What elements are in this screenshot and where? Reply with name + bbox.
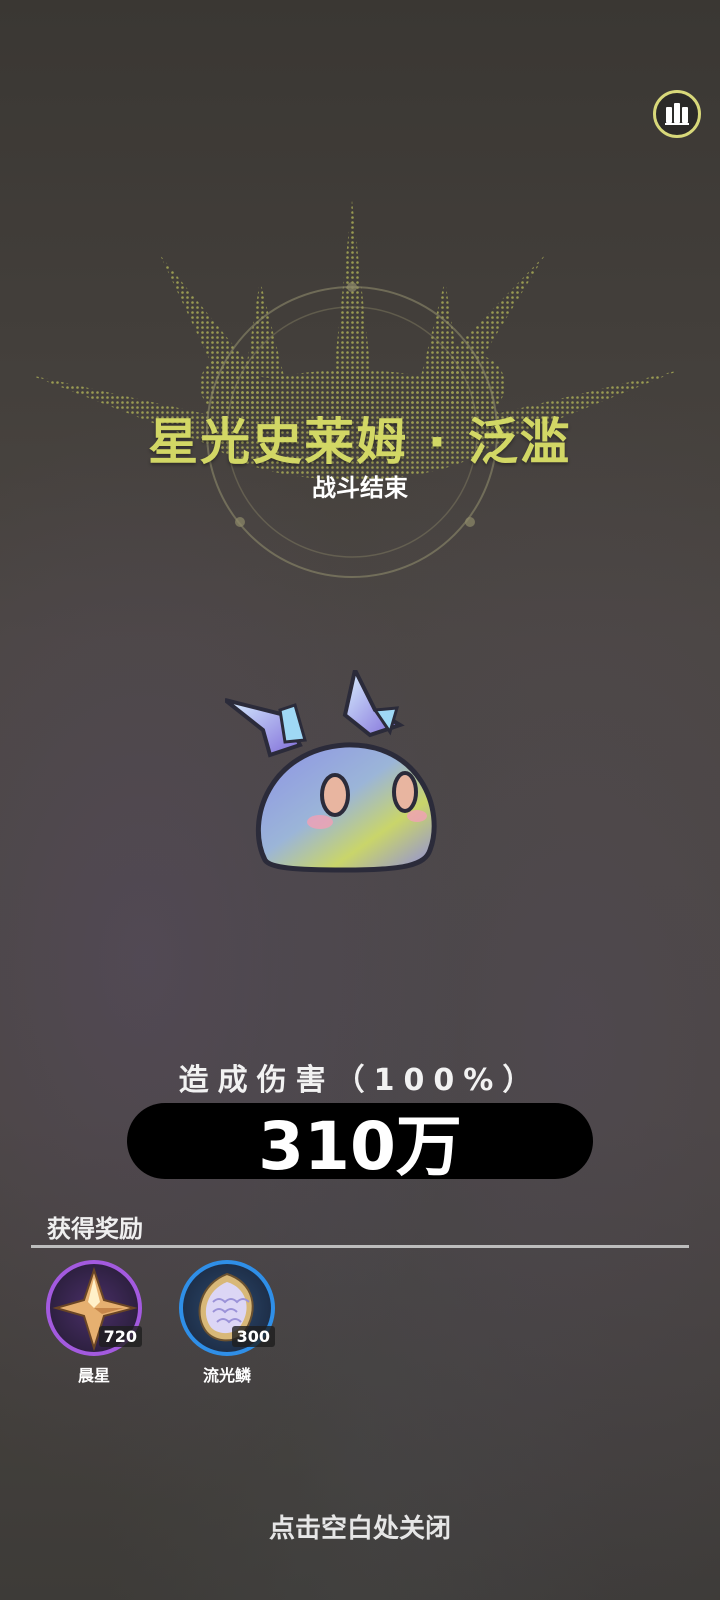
close-hint[interactable]: 点击空白处关闭 [0, 1508, 720, 1545]
crown-emblem-decoration [30, 200, 680, 578]
reward-name: 流光鳞 [202, 1366, 251, 1385]
reward-item-morning-star[interactable]: 720 晨星 [46, 1260, 146, 1388]
rewards-title: 获得奖励 [47, 1215, 143, 1243]
bar-chart-icon [665, 103, 689, 125]
reward-item-shimmer-scale[interactable]: 300 流光鳞 [179, 1260, 279, 1388]
damage-bar: 310万 [127, 1103, 593, 1185]
rewards-divider [31, 1245, 689, 1248]
battle-status: 战斗结束 [312, 474, 408, 502]
star-slime-illustration [225, 670, 437, 873]
boss-title: 星光史莱姆 · 泛滥 [148, 413, 572, 471]
reward-name: 晨星 [77, 1366, 110, 1385]
reward-count: 300 [231, 1326, 275, 1347]
reward-count: 720 [98, 1326, 142, 1347]
damage-value: 310万 [258, 1108, 462, 1185]
stats-button[interactable] [653, 90, 701, 138]
